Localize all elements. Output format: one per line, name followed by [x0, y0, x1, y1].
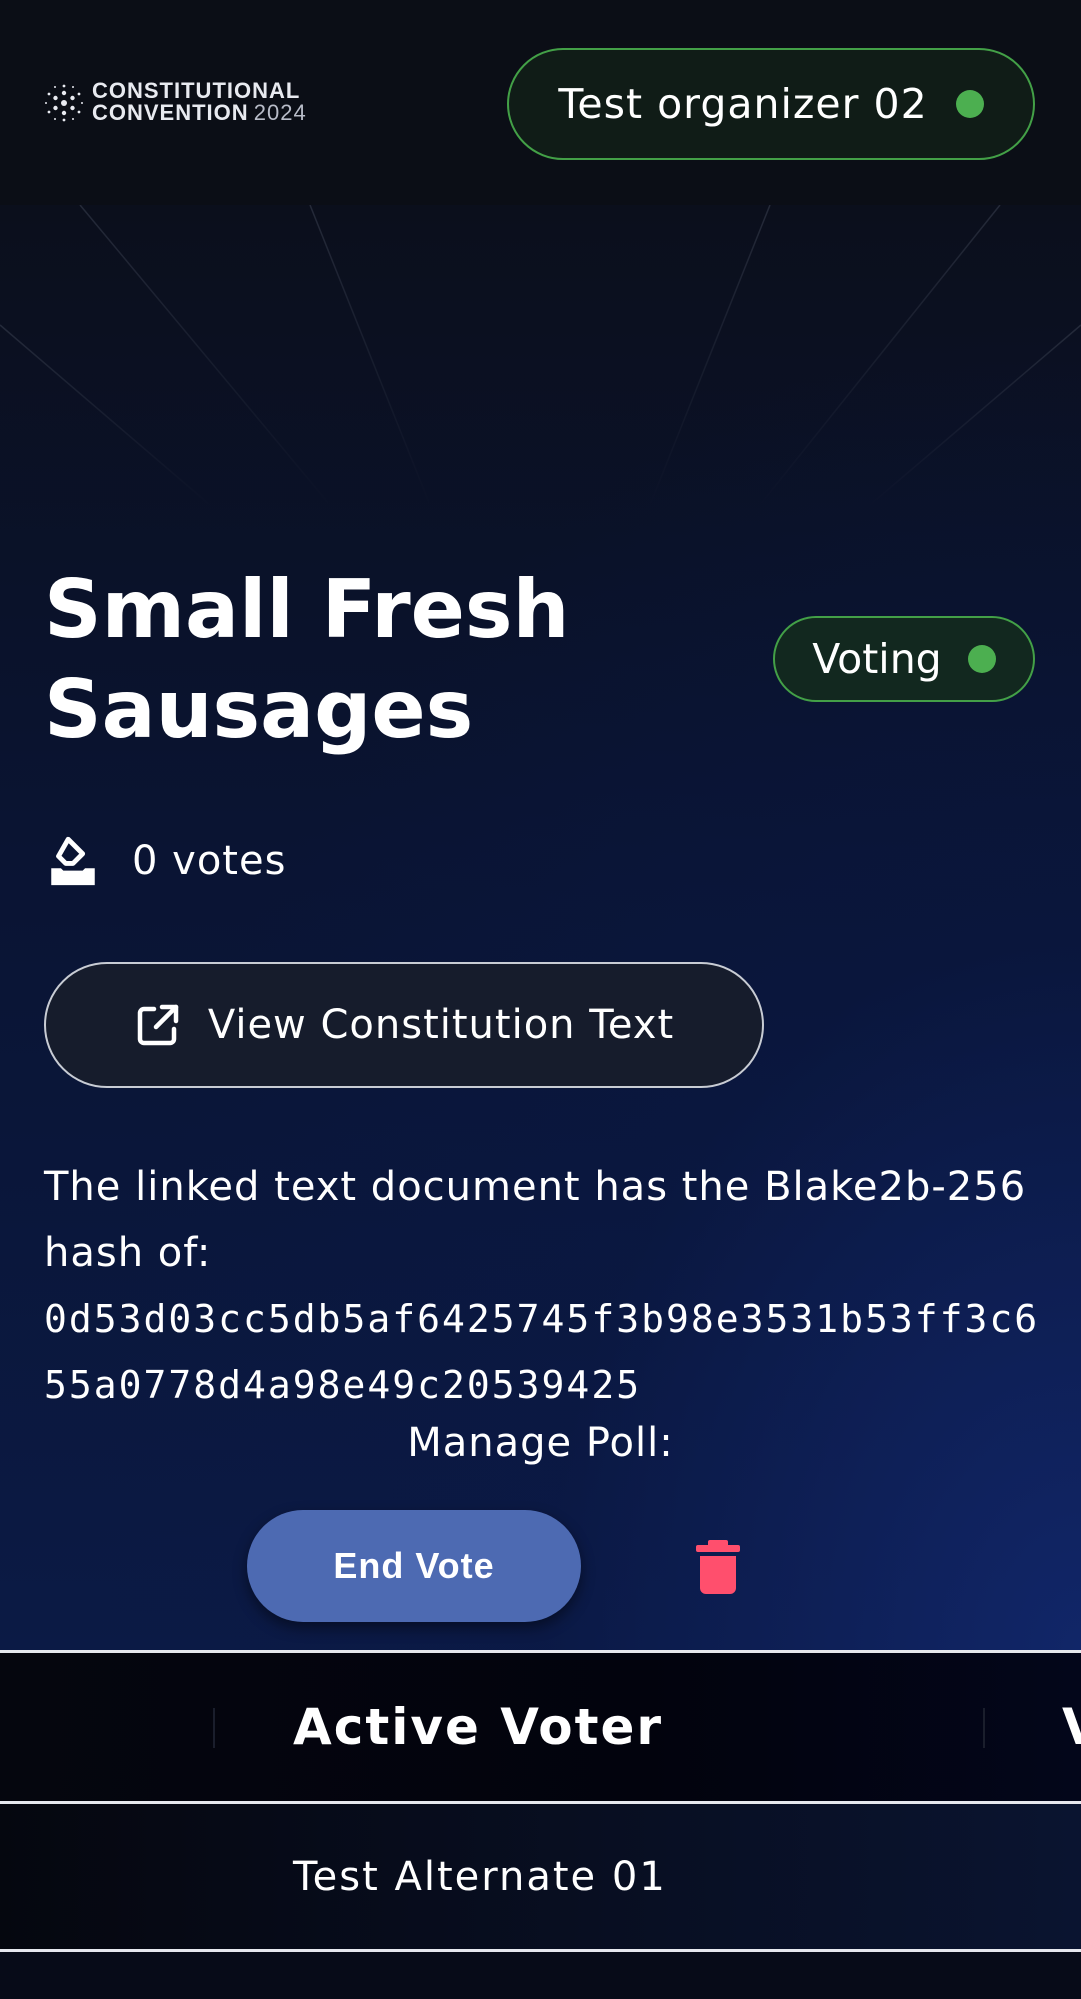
external-link-icon	[137, 1004, 179, 1046]
logo-line-2: CONVENTION	[92, 100, 249, 125]
user-menu-button[interactable]: Test organizer 02	[507, 48, 1035, 160]
voters-table: Active Voter V Test Alternate 01	[0, 1650, 1081, 1999]
column-header-active-voter[interactable]: Active Voter	[293, 1653, 663, 1801]
hash-info: The linked text document has the Blake2b…	[44, 1154, 1044, 1418]
end-vote-label: End Vote	[333, 1545, 495, 1586]
column-separator	[213, 1708, 215, 1748]
cardano-logo-icon	[45, 84, 83, 122]
poll-status-badge: Voting	[773, 616, 1035, 702]
logo-year: 2024	[253, 100, 307, 125]
column-header-vote[interactable]: V	[1062, 1653, 1081, 1801]
status-dot	[967, 645, 996, 673]
view-constitution-button[interactable]: View Constitution Text	[44, 962, 764, 1088]
convention-logo[interactable]: CONSTITUTIONAL CONVENTION 2024	[44, 80, 307, 126]
hash-value: 0d53d03cc5db5af6425745f3b98e3531b53ff3c6…	[44, 1297, 1040, 1407]
ballot-box-icon	[51, 836, 95, 886]
user-name: Test organizer 02	[558, 80, 928, 128]
poll-status-label: Voting	[812, 635, 942, 683]
app-header: CONSTITUTIONAL CONVENTION 2024 Test orga…	[0, 0, 1081, 205]
view-constitution-label: View Constitution Text	[207, 1002, 675, 1048]
table-body-continuation	[0, 1952, 1081, 1999]
vote-count-label: 0 votes	[132, 838, 287, 884]
vote-count: 0 votes	[44, 832, 286, 890]
manage-poll-label: Manage Poll:	[407, 1420, 674, 1466]
table-row: Test Alternate 01	[0, 1804, 1081, 1952]
trash-icon[interactable]	[694, 1540, 742, 1594]
poll-title: Small Fresh Sausages	[44, 563, 570, 756]
table-header: Active Voter V	[0, 1650, 1081, 1804]
voter-name-cell: Test Alternate 01	[293, 1853, 667, 1900]
column-separator	[983, 1708, 985, 1748]
hash-intro: The linked text document has the Blake2b…	[44, 1164, 1027, 1276]
online-status-dot	[955, 90, 984, 118]
end-vote-button[interactable]: End Vote	[247, 1510, 581, 1622]
logo-wordmark: CONSTITUTIONAL CONVENTION 2024	[92, 80, 307, 126]
background-grid	[0, 205, 1081, 505]
logo-line-1: CONSTITUTIONAL	[92, 78, 301, 103]
